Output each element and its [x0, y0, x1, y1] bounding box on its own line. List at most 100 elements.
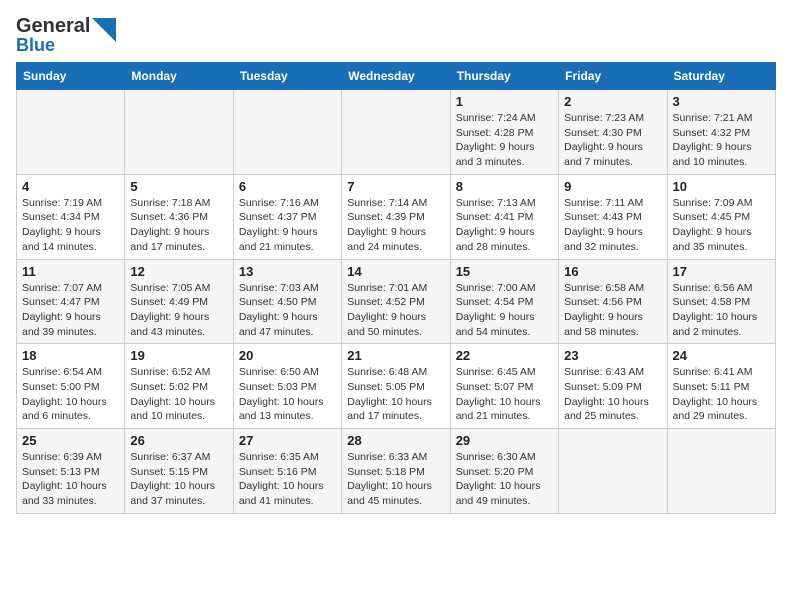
week-row-2: 4 Sunrise: 7:19 AM Sunset: 4:34 PM Daylig… — [17, 174, 776, 259]
calendar-cell: 11 Sunrise: 7:07 AM Sunset: 4:47 PM Dayli… — [17, 259, 125, 344]
day-number: 14 — [347, 264, 444, 279]
weekday-header-monday: Monday — [125, 63, 233, 90]
weekday-header-tuesday: Tuesday — [233, 63, 341, 90]
day-number: 5 — [130, 179, 227, 194]
day-number: 2 — [564, 94, 661, 109]
day-number: 29 — [456, 433, 553, 448]
weekday-header-saturday: Saturday — [667, 63, 775, 90]
day-number: 25 — [22, 433, 119, 448]
day-info: Sunrise: 6:37 AM Sunset: 5:15 PM Dayligh… — [130, 450, 227, 509]
day-number: 26 — [130, 433, 227, 448]
logo-wordmark: General Blue — [16, 16, 116, 54]
calendar-cell: 19Sunrise: 6:52 AM Sunset: 5:02 PM Dayli… — [125, 344, 233, 429]
logo-blue: Blue — [16, 36, 90, 54]
weekday-header-sunday: Sunday — [17, 63, 125, 90]
day-number: 20 — [239, 348, 336, 363]
day-info: Sunrise: 7:23 AM Sunset: 4:30 PM Dayligh… — [564, 111, 661, 170]
calendar-cell: 26 Sunrise: 6:37 AM Sunset: 5:15 PM Dayli… — [125, 429, 233, 514]
day-info: Sunrise: 6:39 AM Sunset: 5:13 PM Dayligh… — [22, 450, 119, 509]
calendar-cell: 24 Sunrise: 6:41 AM Sunset: 5:11 PM Dayli… — [667, 344, 775, 429]
weekday-header-thursday: Thursday — [450, 63, 558, 90]
day-info: Sunrise: 7:00 AM Sunset: 4:54 PM Dayligh… — [456, 281, 553, 340]
calendar-cell — [559, 429, 667, 514]
day-number: 12 — [130, 264, 227, 279]
day-info: Sunrise: 7:09 AM Sunset: 4:45 PM Dayligh… — [673, 196, 770, 255]
calendar-cell: 15 Sunrise: 7:00 AM Sunset: 4:54 PM Dayli… — [450, 259, 558, 344]
day-info: Sunrise: 6:33 AM Sunset: 5:18 PM Dayligh… — [347, 450, 444, 509]
day-info: Sunrise: 7:03 AM Sunset: 4:50 PM Dayligh… — [239, 281, 336, 340]
calendar-cell — [125, 90, 233, 175]
week-row-3: 11 Sunrise: 7:07 AM Sunset: 4:47 PM Dayli… — [17, 259, 776, 344]
calendar-cell — [342, 90, 450, 175]
day-info: Sunrise: 7:18 AM Sunset: 4:36 PM Dayligh… — [130, 196, 227, 255]
day-info: Sunrise: 7:11 AM Sunset: 4:43 PM Dayligh… — [564, 196, 661, 255]
weekday-header-friday: Friday — [559, 63, 667, 90]
day-number: 16 — [564, 264, 661, 279]
weekday-header-wednesday: Wednesday — [342, 63, 450, 90]
day-number: 7 — [347, 179, 444, 194]
calendar-cell: 13 Sunrise: 7:03 AM Sunset: 4:50 PM Dayli… — [233, 259, 341, 344]
day-number: 18 — [22, 348, 119, 363]
day-info: Sunrise: 6:56 AM Sunset: 4:58 PM Dayligh… — [673, 281, 770, 340]
calendar-cell: 9 Sunrise: 7:11 AM Sunset: 4:43 PM Daylig… — [559, 174, 667, 259]
logo-general: General — [16, 16, 90, 36]
calendar-cell: 16 Sunrise: 6:58 AM Sunset: 4:56 PM Dayli… — [559, 259, 667, 344]
day-number: 15 — [456, 264, 553, 279]
day-number: 21 — [347, 348, 444, 363]
day-number: 1 — [456, 94, 553, 109]
week-row-1: 1 Sunrise: 7:24 AM Sunset: 4:28 PM Daylig… — [17, 90, 776, 175]
day-number: 22 — [456, 348, 553, 363]
day-info: Sunrise: 6:48 AM Sunset: 5:05 PM Dayligh… — [347, 365, 444, 424]
day-info: Sunrise: 7:16 AM Sunset: 4:37 PM Dayligh… — [239, 196, 336, 255]
day-info: Sunrise: 6:35 AM Sunset: 5:16 PM Dayligh… — [239, 450, 336, 509]
calendar-cell — [667, 429, 775, 514]
day-info: Sunrise: 6:41 AM Sunset: 5:11 PM Dayligh… — [673, 365, 770, 424]
calendar-cell: 14 Sunrise: 7:01 AM Sunset: 4:52 PM Dayli… — [342, 259, 450, 344]
day-info: Sunrise: 6:45 AM Sunset: 5:07 PM Dayligh… — [456, 365, 553, 424]
day-number: 8 — [456, 179, 553, 194]
day-info: Sunrise: 6:54 AM Sunset: 5:00 PM Dayligh… — [22, 365, 119, 424]
day-info: Sunrise: 7:07 AM Sunset: 4:47 PM Dayligh… — [22, 281, 119, 340]
day-number: 6 — [239, 179, 336, 194]
calendar-cell: 3 Sunrise: 7:21 AM Sunset: 4:32 PM Daylig… — [667, 90, 775, 175]
day-info: Sunrise: 7:01 AM Sunset: 4:52 PM Dayligh… — [347, 281, 444, 340]
day-info: Sunrise: 7:21 AM Sunset: 4:32 PM Dayligh… — [673, 111, 770, 170]
day-info: Sunrise: 7:19 AM Sunset: 4:34 PM Dayligh… — [22, 196, 119, 255]
day-number: 3 — [673, 94, 770, 109]
day-info: Sunrise: 6:43 AM Sunset: 5:09 PM Dayligh… — [564, 365, 661, 424]
calendar-cell: 10Sunrise: 7:09 AM Sunset: 4:45 PM Dayli… — [667, 174, 775, 259]
day-number: 17 — [673, 264, 770, 279]
day-info: Sunrise: 7:24 AM Sunset: 4:28 PM Dayligh… — [456, 111, 553, 170]
day-info: Sunrise: 7:05 AM Sunset: 4:49 PM Dayligh… — [130, 281, 227, 340]
calendar-cell: 17 Sunrise: 6:56 AM Sunset: 4:58 PM Dayli… — [667, 259, 775, 344]
calendar-cell: 8 Sunrise: 7:13 AM Sunset: 4:41 PM Daylig… — [450, 174, 558, 259]
day-number: 9 — [564, 179, 661, 194]
day-info: Sunrise: 6:30 AM Sunset: 5:20 PM Dayligh… — [456, 450, 553, 509]
calendar-cell: 12 Sunrise: 7:05 AM Sunset: 4:49 PM Dayli… — [125, 259, 233, 344]
weekday-header-row: SundayMondayTuesdayWednesdayThursdayFrid… — [17, 63, 776, 90]
calendar-cell: 7Sunrise: 7:14 AM Sunset: 4:39 PM Daylig… — [342, 174, 450, 259]
week-row-4: 18 Sunrise: 6:54 AM Sunset: 5:00 PM Dayli… — [17, 344, 776, 429]
logo-text-block: General Blue — [16, 16, 90, 54]
calendar-cell: 18 Sunrise: 6:54 AM Sunset: 5:00 PM Dayli… — [17, 344, 125, 429]
calendar-cell: 28Sunrise: 6:33 AM Sunset: 5:18 PM Dayli… — [342, 429, 450, 514]
calendar-cell: 21 Sunrise: 6:48 AM Sunset: 5:05 PM Dayli… — [342, 344, 450, 429]
calendar-cell: 25 Sunrise: 6:39 AM Sunset: 5:13 PM Dayli… — [17, 429, 125, 514]
day-number: 24 — [673, 348, 770, 363]
calendar-cell — [233, 90, 341, 175]
calendar-cell: 22 Sunrise: 6:45 AM Sunset: 5:07 PM Dayli… — [450, 344, 558, 429]
day-number: 27 — [239, 433, 336, 448]
day-number: 4 — [22, 179, 119, 194]
day-info: Sunrise: 6:58 AM Sunset: 4:56 PM Dayligh… — [564, 281, 661, 340]
logo-arrow-icon — [92, 18, 116, 42]
day-number: 13 — [239, 264, 336, 279]
calendar-cell: 23Sunrise: 6:43 AM Sunset: 5:09 PM Dayli… — [559, 344, 667, 429]
day-info: Sunrise: 7:13 AM Sunset: 4:41 PM Dayligh… — [456, 196, 553, 255]
calendar-cell: 27 Sunrise: 6:35 AM Sunset: 5:16 PM Dayli… — [233, 429, 341, 514]
week-row-5: 25 Sunrise: 6:39 AM Sunset: 5:13 PM Dayli… — [17, 429, 776, 514]
calendar-cell — [17, 90, 125, 175]
day-info: Sunrise: 6:52 AM Sunset: 5:02 PM Dayligh… — [130, 365, 227, 424]
logo: General Blue — [16, 16, 116, 54]
day-number: 11 — [22, 264, 119, 279]
calendar-cell: 6 Sunrise: 7:16 AM Sunset: 4:37 PM Daylig… — [233, 174, 341, 259]
